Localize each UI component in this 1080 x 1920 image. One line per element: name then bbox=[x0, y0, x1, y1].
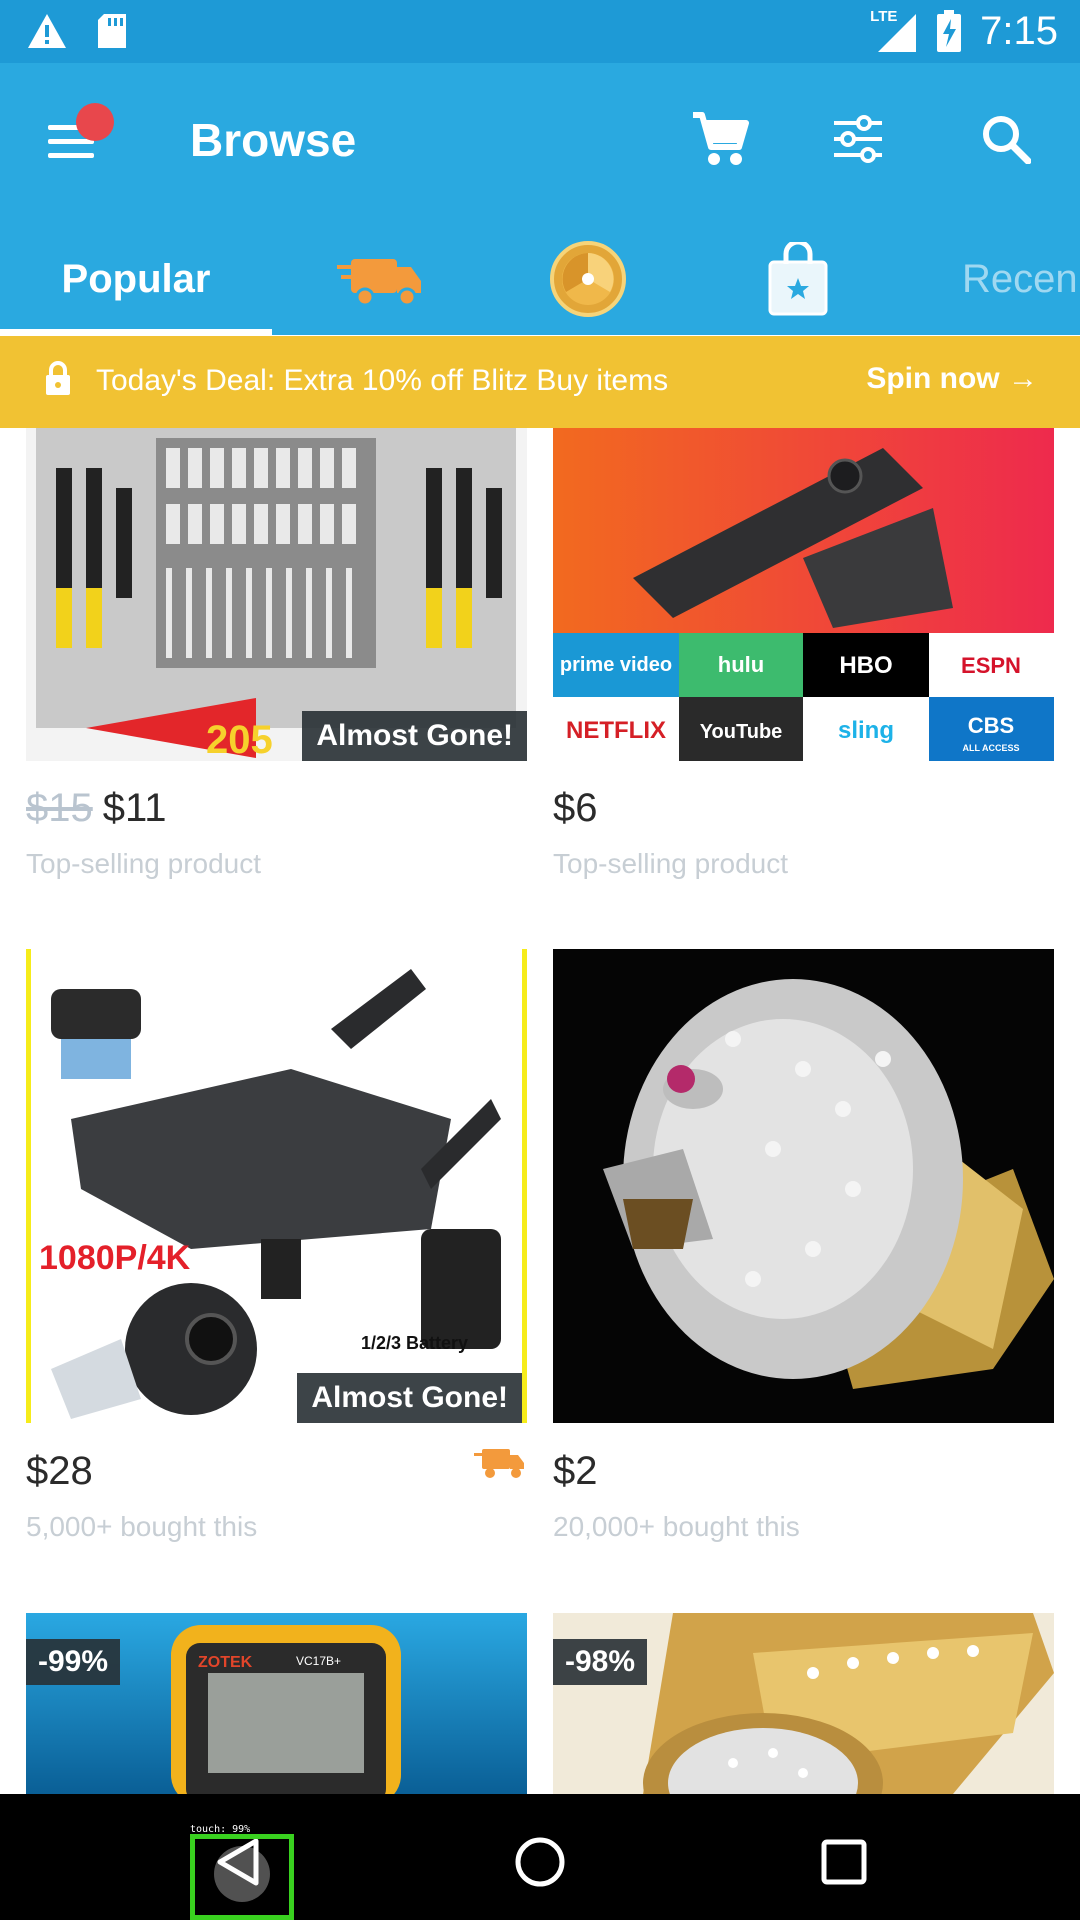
touch-label: touch: 99% bbox=[190, 1824, 251, 1835]
notification-dot bbox=[76, 103, 114, 141]
spin-now-label: Spin now bbox=[866, 362, 1000, 395]
spin-now-link[interactable]: Spin now → bbox=[866, 362, 1038, 396]
warning-icon bbox=[28, 14, 66, 48]
home-circle-icon bbox=[515, 1837, 565, 1887]
fast-shipping-icon bbox=[474, 1449, 524, 1478]
product-image: ZOTEK VC17B+ -99% bbox=[26, 1613, 527, 1794]
tab-label: Recen bbox=[962, 256, 1078, 301]
search-icon bbox=[983, 116, 1031, 164]
almost-gone-badge: Almost Gone! bbox=[302, 711, 527, 761]
product-subtitle: Top-selling product bbox=[553, 848, 789, 879]
filter-button[interactable] bbox=[822, 103, 894, 175]
recents-square-icon bbox=[821, 1839, 867, 1885]
tab-popular[interactable]: Popular bbox=[0, 223, 272, 335]
filter-sliders-icon bbox=[834, 115, 882, 163]
product-card[interactable]: $2 20,000+ bought this bbox=[553, 949, 1054, 1542]
product-image: prime video hulu HBO ESPN NETFLIX YouTub… bbox=[553, 428, 1054, 761]
image-caption: 205 bbox=[206, 718, 273, 761]
sd-card-icon bbox=[98, 14, 126, 48]
product-subtitle: 20,000+ bought this bbox=[553, 1511, 800, 1542]
tab-bag[interactable] bbox=[738, 223, 858, 335]
status-bar: LTE 7:15 bbox=[0, 0, 1080, 63]
deal-text: Today's Deal: Extra 10% off Blitz Buy it… bbox=[96, 364, 669, 397]
search-button[interactable] bbox=[970, 103, 1042, 175]
tab-strip: Popular Recen bbox=[0, 223, 1080, 335]
recents-button[interactable] bbox=[804, 1822, 884, 1902]
product-price: $6 bbox=[553, 786, 598, 830]
tab-recent[interactable]: Recen bbox=[962, 223, 1080, 335]
image-caption: VC17B+ bbox=[296, 1654, 341, 1668]
product-price: $15 $11 bbox=[26, 786, 167, 831]
product-price: $28 bbox=[26, 1449, 93, 1493]
logo-cbs-all-access: ALL ACCESS bbox=[962, 743, 1019, 753]
discount-badge: -99% bbox=[26, 1639, 121, 1685]
lock-icon bbox=[46, 361, 70, 395]
touch-highlight-box bbox=[190, 1834, 294, 1920]
product-image: 1080P/4K 1/2/3 Battery Almost Gone! bbox=[26, 949, 527, 1423]
logo-netflix: NETFLIX bbox=[566, 717, 666, 744]
menu-button[interactable] bbox=[42, 103, 114, 163]
logo-cbs: CBS bbox=[968, 713, 1014, 738]
logo-youtube: YouTube bbox=[700, 721, 783, 743]
tab-spin[interactable] bbox=[528, 223, 648, 335]
logo-hulu: hulu bbox=[718, 652, 764, 677]
arrow-right-icon: → bbox=[1008, 362, 1038, 395]
product-subtitle: 5,000+ bought this bbox=[26, 1511, 258, 1542]
discount-badge: -98% bbox=[553, 1639, 648, 1685]
product-card[interactable]: prime video hulu HBO ESPN NETFLIX YouTub… bbox=[553, 428, 1054, 898]
product-price: $2 bbox=[553, 1449, 598, 1493]
tab-indicator bbox=[0, 329, 272, 335]
product-card[interactable]: -98% bbox=[553, 1613, 1054, 1794]
image-caption: 1080P/4K bbox=[39, 1239, 191, 1277]
cart-icon bbox=[693, 112, 749, 165]
signal-icon: LTE bbox=[868, 8, 918, 54]
original-price: $15 bbox=[26, 786, 93, 830]
clock: 7:15 bbox=[980, 8, 1058, 53]
product-card[interactable]: 205 Almost Gone! $15 $11 Top-selling prod… bbox=[26, 428, 527, 898]
system-nav-bar: touch: 99% bbox=[0, 1794, 1080, 1920]
delivery-truck-icon bbox=[337, 259, 421, 307]
sale-price: $11 bbox=[102, 786, 167, 830]
page-title: Browse bbox=[190, 114, 357, 166]
logo-prime-video: prime video bbox=[560, 654, 672, 676]
image-caption: ZOTEK bbox=[198, 1654, 253, 1671]
product-image bbox=[553, 949, 1054, 1423]
home-button[interactable] bbox=[500, 1822, 580, 1902]
logo-hbo: HBO bbox=[839, 652, 892, 679]
tab-delivery[interactable] bbox=[320, 223, 440, 335]
battery-charging-icon bbox=[937, 10, 962, 52]
product-image: -98% bbox=[553, 1613, 1054, 1794]
deal-banner[interactable]: Today's Deal: Extra 10% off Blitz Buy it… bbox=[0, 336, 1080, 428]
product-image: 205 Almost Gone! bbox=[26, 428, 527, 761]
image-caption: 1/2/3 Battery bbox=[361, 1333, 468, 1353]
product-subtitle: Top-selling product bbox=[26, 848, 262, 879]
logo-espn: ESPN bbox=[961, 653, 1021, 678]
cart-button[interactable] bbox=[684, 103, 756, 175]
spin-wheel-icon bbox=[550, 241, 626, 317]
product-card[interactable]: ZOTEK VC17B+ -99% bbox=[26, 1613, 527, 1794]
almost-gone-badge: Almost Gone! bbox=[297, 1373, 522, 1423]
tab-label: Popular bbox=[61, 256, 211, 301]
product-card[interactable]: 1080P/4K 1/2/3 Battery Almost Gone! $28 … bbox=[26, 949, 527, 1542]
product-grid: 205 Almost Gone! $15 $11 Top-selling prod… bbox=[0, 428, 1080, 1794]
shopping-bag-star-icon bbox=[768, 242, 828, 316]
logo-sling: sling bbox=[838, 717, 894, 744]
